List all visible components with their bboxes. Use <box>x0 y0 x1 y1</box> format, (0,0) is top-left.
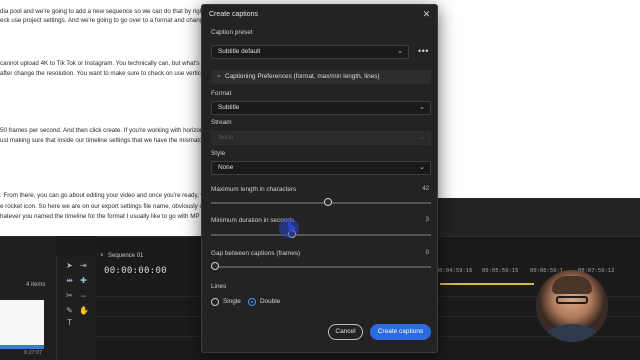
create-captions-button[interactable]: Create captions <box>370 324 431 340</box>
caption-preset-label: Caption preset <box>211 29 253 36</box>
min-duration-slider[interactable] <box>211 230 431 240</box>
stream-select: None ⌄ <box>211 131 431 145</box>
transcript-line: cannot upload 4K to Tik Tok or Instagram… <box>0 60 200 67</box>
webcam-overlay <box>536 270 608 342</box>
items-count: 4 items <box>26 282 46 288</box>
tools-panel: ➤ ⇥ ⇹ ✚ ✂ ⇔ ✎ ✋ T <box>56 256 96 360</box>
work-area-bar[interactable] <box>440 283 534 285</box>
sequence-tab-close[interactable]: × <box>100 253 104 259</box>
format-select[interactable]: Subtitle ⌄ <box>211 101 431 115</box>
gap-slider[interactable] <box>211 262 431 272</box>
transcript-line: dia pool and we're going to add a new se… <box>0 8 204 15</box>
hand-icon[interactable]: ✋ <box>79 306 89 315</box>
max-length-slider[interactable] <box>211 198 431 208</box>
clip-duration: 6:27:07 <box>24 350 43 356</box>
slider-thumb[interactable] <box>323 198 332 206</box>
gap-value: 0 <box>425 250 429 256</box>
clip-thumbnail[interactable] <box>0 300 44 345</box>
chevron-down-icon: ⌄ <box>419 164 425 171</box>
chevron-down-icon: ⌄ <box>419 104 425 111</box>
stream-value: None <box>218 134 234 141</box>
caption-preset-select[interactable]: Subtitle default ⌄ <box>211 45 409 59</box>
track-select-icon[interactable]: ⇥ <box>79 261 88 270</box>
close-icon[interactable]: ✕ <box>421 9 432 20</box>
radio-double-label[interactable]: Double <box>260 298 280 305</box>
max-length-label: Maximum length in characters <box>211 186 297 193</box>
timeline-ruler[interactable]: 00:04:59:16 00:05:59:15 00:06:59:1 00:07… <box>430 268 640 282</box>
document-margin <box>436 0 640 198</box>
caption-preset-value: Subtitle default <box>218 48 261 55</box>
captioning-preferences-toggle[interactable]: ⌄ Captioning Preferences (format, max/mi… <box>211 70 431 84</box>
radio-single-label[interactable]: Single <box>223 298 241 305</box>
type-tool-icon[interactable]: T <box>65 318 74 327</box>
timeline-header-strip <box>436 198 640 236</box>
transcript-line: ust making sure that inside our timeline… <box>0 137 203 144</box>
transcript-line: 50 frames per second. And then click cre… <box>0 127 206 134</box>
razor-icon[interactable]: ✂ <box>65 291 74 300</box>
clip-thumbnail-bar <box>0 345 44 349</box>
format-label: Format <box>211 90 232 97</box>
transcript-line: . From there, you can go about editing y… <box>0 192 206 199</box>
gap-label: Gap between captions (frames) <box>211 250 301 257</box>
transcript-line: eck use project settings. And we're goin… <box>0 17 204 24</box>
ruler-label: 00:04:59:16 <box>436 268 473 274</box>
dialog-titlebar: Create captions ✕ <box>202 5 437 25</box>
ripple-edit-icon[interactable]: ⇹ <box>65 276 74 285</box>
slider-thumb[interactable] <box>211 262 220 270</box>
sequence-tab[interactable]: Sequence 01 <box>108 253 143 259</box>
format-value: Subtitle <box>218 104 240 111</box>
captioning-preferences-label: Captioning Preferences (format, max/min … <box>225 73 380 80</box>
chevron-down-icon: ⌄ <box>397 48 403 55</box>
selection-tool-icon[interactable]: ➤ <box>65 261 74 270</box>
pen-icon[interactable]: ✎ <box>65 306 74 315</box>
min-duration-value: 3 <box>425 217 429 223</box>
create-captions-dialog: Create captions ✕ Caption preset Subtitl… <box>201 4 438 353</box>
transcript-line: e rocket icon. So here we are on our exp… <box>0 203 207 210</box>
max-length-value: 42 <box>422 186 429 192</box>
playhead-timecode[interactable]: 00:00:00:00 <box>104 266 167 276</box>
style-select[interactable]: None ⌄ <box>211 161 431 175</box>
style-value: None <box>218 164 234 171</box>
transcript-line: hatever you named the timeline for the f… <box>0 213 200 220</box>
lines-label: Lines <box>211 283 227 290</box>
radio-single[interactable] <box>211 298 219 306</box>
transcript-line: after change the resolution. You want to… <box>0 70 205 77</box>
rolling-edit-icon[interactable]: ✚ <box>79 276 88 285</box>
more-options-icon[interactable]: ••• <box>418 46 429 56</box>
chevron-down-icon: ⌄ <box>419 134 425 141</box>
stream-label: Stream <box>211 119 232 126</box>
radio-double[interactable] <box>248 298 256 306</box>
chevron-down-icon: ⌄ <box>216 72 222 79</box>
dialog-title: Create captions <box>209 11 259 18</box>
style-label: Style <box>211 150 226 157</box>
ruler-label: 00:05:59:15 <box>482 268 519 274</box>
screen: dia pool and we're going to add a new se… <box>0 0 640 360</box>
cancel-button[interactable]: Cancel <box>328 324 363 340</box>
slip-icon[interactable]: ⇔ <box>79 291 88 300</box>
